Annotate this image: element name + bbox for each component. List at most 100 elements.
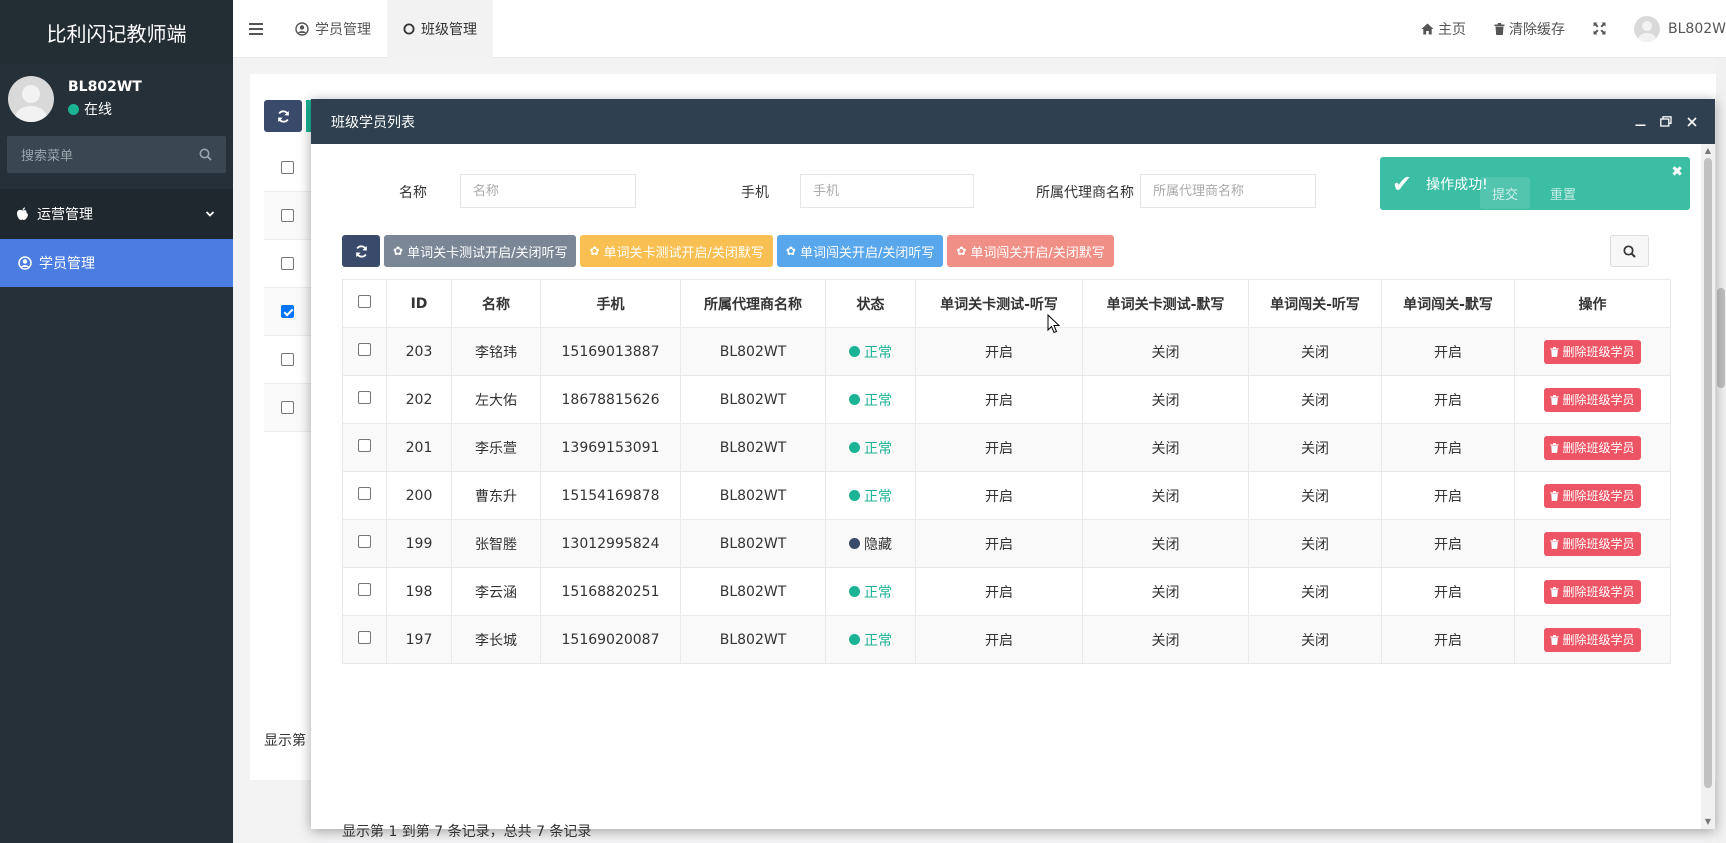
checkbox[interactable] [281,401,294,414]
phone-input[interactable] [800,174,974,208]
menu-group-label: 运营管理 [37,207,93,223]
cell-pass-listen[interactable]: 关闭 [1248,615,1382,664]
checkbox[interactable] [281,161,294,174]
table-row: 197 李长城 15169020087 BL802WT 正常 开启 关闭 关闭 开启 删除班级学员 [342,615,1671,664]
delete-class-student-button[interactable]: 删除班级学员 [1544,531,1641,556]
trash-icon [1550,490,1560,501]
scroll-thumb[interactable] [1704,158,1712,788]
cell-test-listen[interactable]: 开启 [915,375,1083,424]
table-row: 203 李铭玮 15169013887 BL802WT 正常 开启 关闭 关闭 开启 删除班级学员 [342,327,1671,376]
cell-test-listen[interactable]: 开启 [915,327,1083,376]
fullscreen-button[interactable] [1579,22,1620,35]
cell-test-write[interactable]: 关闭 [1082,519,1249,568]
gear-icon: ✿ [785,244,796,258]
user-circle-icon [295,21,309,36]
cell-pass-listen[interactable]: 关闭 [1248,327,1382,376]
toolbar: ✿ 单词关卡测试开启/关闭听写 ✿ 单词关卡测试开启/关闭默写 ✿ 单词闯关开启… [342,235,1118,267]
maximize-icon[interactable] [1653,116,1679,127]
cell-phone: 15169020087 [540,615,681,664]
cell-test-listen[interactable]: 开启 [915,615,1083,664]
menu-search-input[interactable]: 搜索菜单 [7,136,226,173]
row-checkbox[interactable] [358,583,371,596]
checkbox[interactable] [281,257,294,270]
cell-test-write[interactable]: 关闭 [1082,327,1249,376]
online-dot-icon [68,103,79,115]
scroll-up-icon[interactable]: ▲ [1703,146,1713,156]
row-checkbox[interactable] [358,535,371,548]
tab-class-management[interactable]: 班级管理 [387,0,493,58]
user-menu[interactable]: BL802W [1620,15,1726,42]
cell-pass-write[interactable]: 开启 [1381,423,1515,472]
toggle-test-listen-button[interactable]: ✿ 单词关卡测试开启/关闭听写 [384,235,577,267]
status-dot-icon [849,442,860,453]
cell-name: 李乐萱 [451,423,541,472]
cell-test-write[interactable]: 关闭 [1082,423,1249,472]
cell-pass-listen[interactable]: 关闭 [1248,519,1382,568]
cell-test-write[interactable]: 关闭 [1082,471,1249,520]
modal-scrollbar[interactable]: ▲ ▼ [1701,144,1715,829]
reset-button[interactable]: 重置 [1538,177,1588,209]
cell-pass-write[interactable]: 开启 [1381,327,1515,376]
refresh-button[interactable] [342,235,380,267]
cell-test-write[interactable]: 关闭 [1082,567,1249,616]
cell-pass-write[interactable]: 开启 [1381,519,1515,568]
cell-pass-write[interactable]: 开启 [1381,615,1515,664]
home-link[interactable]: 主页 [1407,19,1480,39]
cell-test-listen[interactable]: 开启 [915,471,1083,520]
checkbox[interactable] [281,353,294,366]
toggle-test-write-button[interactable]: ✿ 单词关卡测试开启/关闭默写 [580,235,773,267]
cell-test-write[interactable]: 关闭 [1082,615,1249,664]
row-checkbox[interactable] [358,631,371,644]
row-checkbox[interactable] [358,391,371,404]
cell-pass-listen[interactable]: 关闭 [1248,567,1382,616]
status-label: 隐藏 [864,536,892,553]
cell-test-listen[interactable]: 开启 [915,423,1083,472]
cell-agent: BL802WT [680,567,826,616]
name-input[interactable] [460,174,636,208]
row-checkbox[interactable] [358,439,371,452]
toggle-pass-listen-button[interactable]: ✿ 单词闯关开启/关闭听写 [776,235,944,267]
search-toggle-button[interactable] [1610,235,1649,267]
cell-phone: 13969153091 [540,423,681,472]
checkbox[interactable] [281,209,294,222]
delete-class-student-button[interactable]: 删除班级学员 [1544,627,1641,652]
delete-class-student-button[interactable]: 删除班级学员 [1544,435,1641,460]
minimize-icon[interactable] [1627,116,1653,127]
checkbox-checked[interactable] [281,305,294,318]
cell-id: 203 [386,327,452,376]
delete-class-student-button[interactable]: 删除班级学员 [1544,387,1641,412]
menu-group-operations[interactable]: 运营管理 [0,189,233,239]
delete-class-student-button[interactable]: 删除班级学员 [1544,339,1641,364]
cell-pass-write[interactable]: 开启 [1381,471,1515,520]
close-icon[interactable]: ✖ [1671,164,1683,180]
scroll-down-icon[interactable]: ▼ [1703,817,1713,827]
cell-name: 李长城 [451,615,541,664]
select-all-checkbox[interactable] [358,295,371,308]
refresh-icon [355,244,367,258]
cell-pass-listen[interactable]: 关闭 [1248,423,1382,472]
page-scrollbar[interactable] [1716,58,1726,843]
cell-phone: 13012995824 [540,519,681,568]
delete-class-student-button[interactable]: 删除班级学员 [1544,483,1641,508]
agent-input[interactable] [1140,174,1316,208]
bg-refresh-button[interactable] [264,100,302,132]
row-checkbox[interactable] [358,343,371,356]
bg-pagination-text: 显示第 [264,733,306,749]
cell-test-listen[interactable]: 开启 [915,567,1083,616]
status-dot-icon [849,490,860,501]
cell-pass-write[interactable]: 开启 [1381,375,1515,424]
cell-test-write[interactable]: 关闭 [1082,375,1249,424]
delete-class-student-button[interactable]: 删除班级学员 [1544,579,1641,604]
close-icon[interactable] [1679,116,1705,127]
tab-student-management[interactable]: 学员管理 [279,0,387,58]
sidebar-item-student-management[interactable]: 学员管理 [0,239,233,287]
cell-pass-listen[interactable]: 关闭 [1248,471,1382,520]
col-header-pass-listen: 单词闯关-听写 [1248,279,1382,328]
toggle-pass-write-button[interactable]: ✿ 单词闯关开启/关闭默写 [947,235,1114,267]
cell-pass-write[interactable]: 开启 [1381,567,1515,616]
clear-cache-button[interactable]: 清除缓存 [1480,19,1579,39]
menu-toggle-icon[interactable] [233,22,279,35]
cell-pass-listen[interactable]: 关闭 [1248,375,1382,424]
cell-test-listen[interactable]: 开启 [915,519,1083,568]
row-checkbox[interactable] [358,487,371,500]
